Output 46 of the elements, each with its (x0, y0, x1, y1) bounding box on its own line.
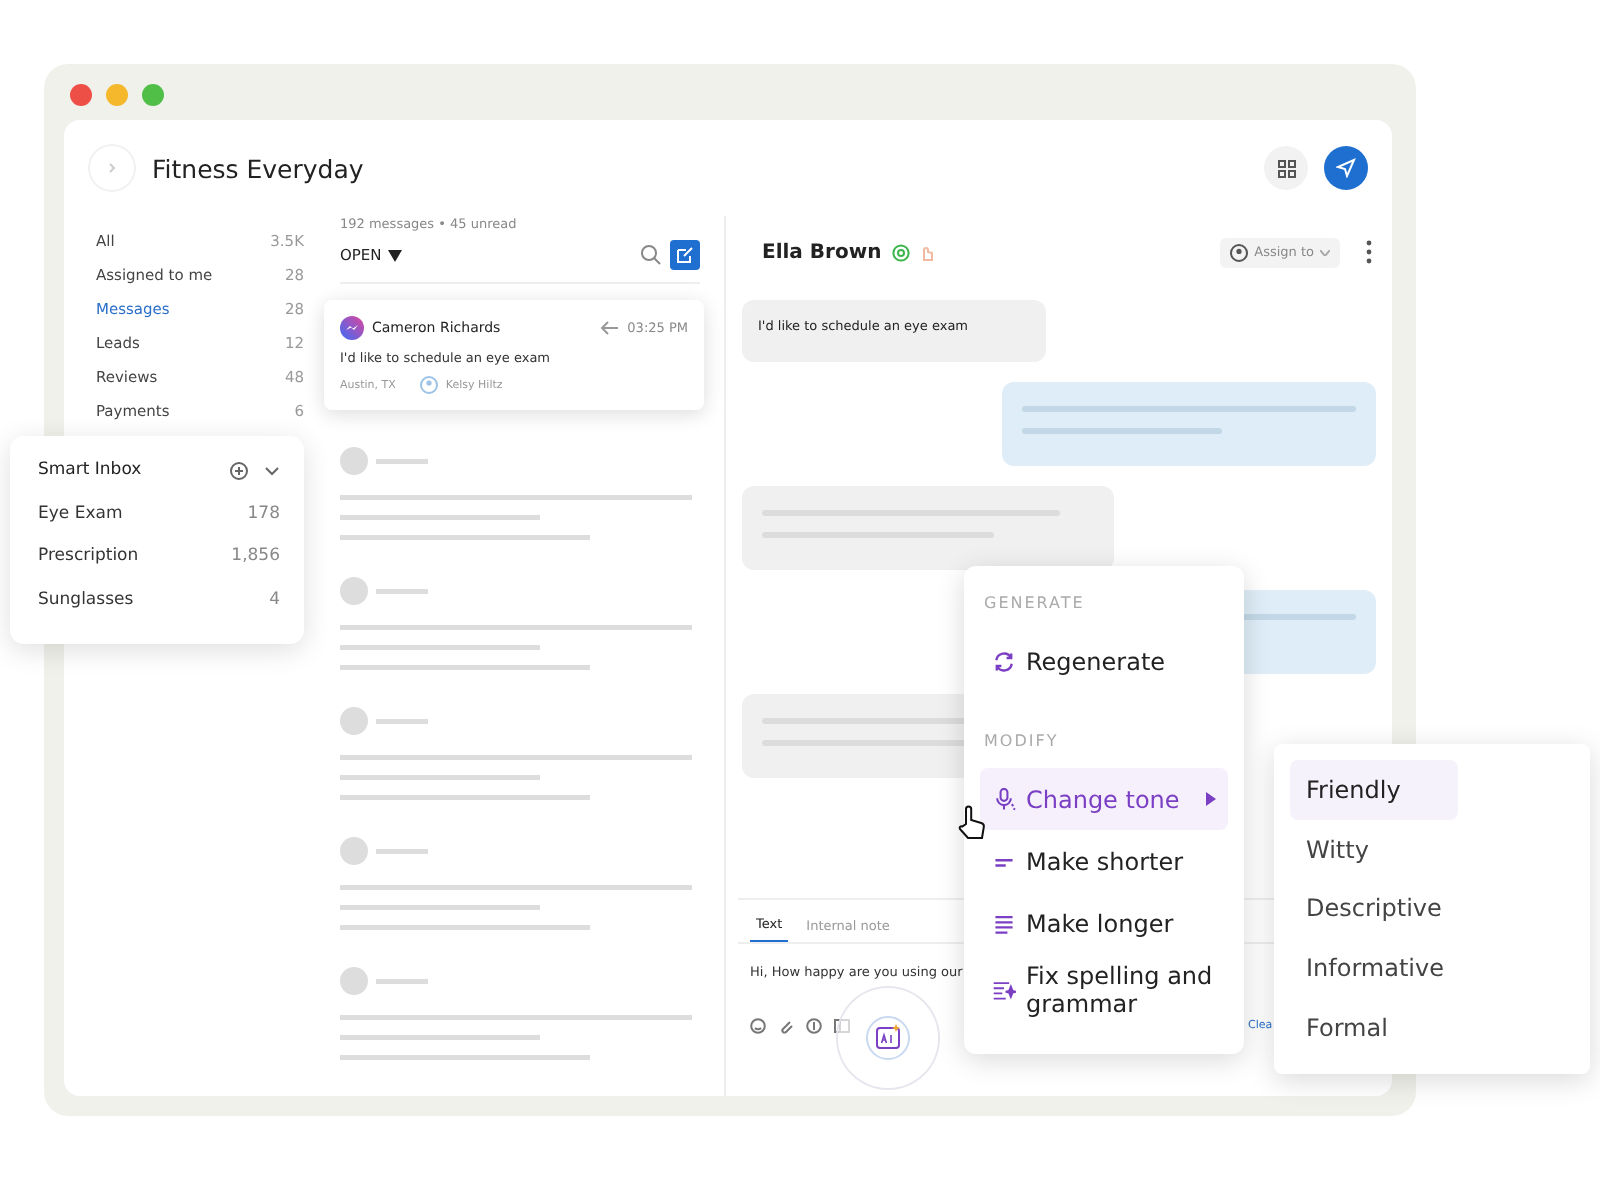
search-icon[interactable] (640, 244, 662, 266)
edit-icon (676, 246, 694, 264)
grid-button[interactable] (1264, 146, 1308, 190)
add-icon[interactable] (230, 461, 248, 479)
chevron-right-icon (106, 162, 118, 174)
chevron-down-icon (1320, 249, 1330, 255)
send-button[interactable] (1324, 146, 1368, 190)
tone-option[interactable]: Formal (1290, 998, 1458, 1058)
smart-inbox-item[interactable]: Prescription 1,856 (38, 535, 280, 578)
messenger-icon (340, 316, 364, 340)
compose-button[interactable] (670, 240, 700, 270)
tone-option[interactable]: Friendly (1290, 760, 1458, 820)
refresh-icon (992, 649, 1016, 673)
menu-item[interactable]: Make shorter (980, 830, 1228, 892)
paperclip-icon[interactable] (778, 1018, 794, 1034)
smart-inbox-item[interactable]: Eye Exam 178 (38, 492, 280, 535)
microphone-icon (992, 787, 1016, 811)
triangle-down-icon (387, 249, 402, 261)
sparkle-lines-icon (992, 978, 1016, 1002)
person-icon (1230, 243, 1249, 261)
contact-name: Ella Brown (762, 241, 882, 263)
hand-icon (919, 242, 936, 262)
reply-icon (599, 320, 620, 336)
ai-icon (866, 1016, 910, 1060)
smart-inbox-item[interactable]: Sunglasses 4 (38, 578, 280, 621)
minimize-dot[interactable] (106, 84, 128, 106)
tone-option[interactable]: Descriptive (1290, 879, 1458, 939)
long-lines-icon (992, 911, 1016, 935)
window-title: Fitness Everyday (152, 153, 366, 183)
more-icon[interactable] (1366, 240, 1372, 264)
grid-icon (1277, 159, 1295, 177)
close-dot[interactable] (70, 84, 92, 106)
menu-item[interactable]: Fix spelling and grammar (980, 954, 1228, 1026)
menu-item[interactable]: Change tone (980, 768, 1228, 830)
maximize-dot[interactable] (142, 84, 164, 106)
send-icon (1336, 158, 1356, 178)
chevron-down-icon[interactable] (264, 465, 280, 475)
emoji-icon[interactable] (750, 1018, 766, 1034)
menu-item[interactable]: Make longer (980, 892, 1228, 954)
person-icon (419, 376, 438, 394)
tone-option[interactable]: Informative (1290, 938, 1458, 999)
tone-option[interactable]: Witty (1290, 819, 1458, 880)
panel-title: Smart Inbox (38, 460, 144, 480)
menu-item[interactable]: Regenerate (980, 630, 1228, 692)
section-heading: MODIFY (982, 729, 1061, 753)
section-heading: GENERATE (982, 591, 1087, 615)
